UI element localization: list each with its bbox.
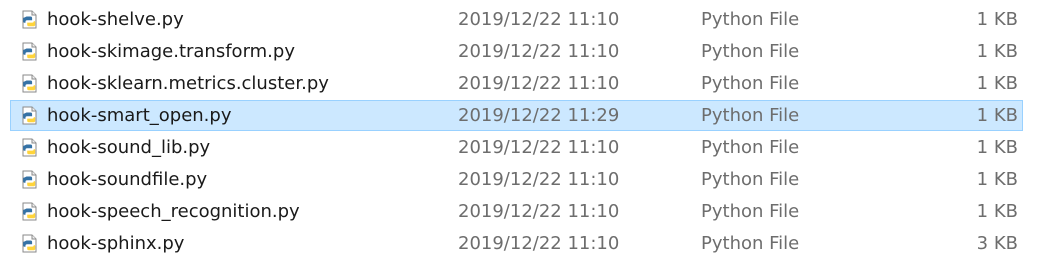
file-name[interactable]: hook-sound_lib.py [47, 133, 210, 162]
file-type: Python File [701, 73, 800, 94]
file-type: Python File [701, 9, 800, 30]
file-size: 1 KB [976, 105, 1018, 126]
file-name[interactable]: hook-soundfile.py [47, 165, 207, 194]
file-row-selected[interactable]: hook-smart_open.py 2019/12/22 11:29 Pyth… [10, 100, 1023, 131]
file-size: 1 KB [976, 41, 1018, 62]
file-row[interactable]: hook-skimage.transform.py 2019/12/22 11:… [10, 36, 1023, 67]
file-name[interactable]: hook-speech_recognition.py [47, 197, 300, 226]
file-row[interactable]: hook-sound_lib.py 2019/12/22 11:10 Pytho… [10, 132, 1023, 163]
file-size: 1 KB [976, 137, 1018, 158]
python-file-icon [22, 10, 37, 29]
file-date-modified: 2019/12/22 11:10 [458, 201, 620, 222]
file-type: Python File [701, 41, 800, 62]
file-type: Python File [701, 201, 800, 222]
file-name[interactable]: hook-sklearn.metrics.cluster.py [47, 69, 329, 98]
file-type: Python File [701, 137, 800, 158]
python-file-icon [22, 138, 37, 157]
python-file-icon [22, 202, 37, 221]
python-file-icon [22, 106, 37, 125]
file-date-modified: 2019/12/22 11:10 [458, 73, 620, 94]
file-name[interactable]: hook-smart_open.py [47, 101, 231, 130]
python-file-icon [22, 74, 37, 93]
file-date-modified: 2019/12/22 11:10 [458, 41, 620, 62]
file-size: 1 KB [976, 169, 1018, 190]
python-file-icon [22, 234, 37, 253]
file-row[interactable]: hook-speech_recognition.py 2019/12/22 11… [10, 196, 1023, 227]
file-size: 1 KB [976, 201, 1018, 222]
python-file-icon [22, 42, 37, 61]
file-date-modified: 2019/12/22 11:10 [458, 9, 620, 30]
file-size: 1 KB [976, 73, 1018, 94]
file-name[interactable]: hook-shelve.py [47, 5, 184, 34]
file-row[interactable]: hook-sphinx.py 2019/12/22 11:10 Python F… [10, 228, 1023, 259]
file-size: 1 KB [976, 9, 1018, 30]
file-name[interactable]: hook-skimage.transform.py [47, 37, 295, 66]
file-list: hook-shelve.py 2019/12/22 11:10 Python F… [0, 0, 1048, 254]
file-type: Python File [701, 233, 800, 254]
file-date-modified: 2019/12/22 11:29 [458, 105, 620, 126]
file-date-modified: 2019/12/22 11:10 [458, 169, 620, 190]
file-date-modified: 2019/12/22 11:10 [458, 233, 620, 254]
file-type: Python File [701, 105, 800, 126]
file-size: 3 KB [976, 233, 1018, 254]
file-name[interactable]: hook-sphinx.py [47, 229, 184, 258]
python-file-icon [22, 170, 37, 189]
file-date-modified: 2019/12/22 11:10 [458, 137, 620, 158]
file-row[interactable]: hook-sklearn.metrics.cluster.py 2019/12/… [10, 68, 1023, 99]
file-row[interactable]: hook-shelve.py 2019/12/22 11:10 Python F… [10, 4, 1023, 35]
file-row[interactable]: hook-soundfile.py 2019/12/22 11:10 Pytho… [10, 164, 1023, 195]
file-type: Python File [701, 169, 800, 190]
